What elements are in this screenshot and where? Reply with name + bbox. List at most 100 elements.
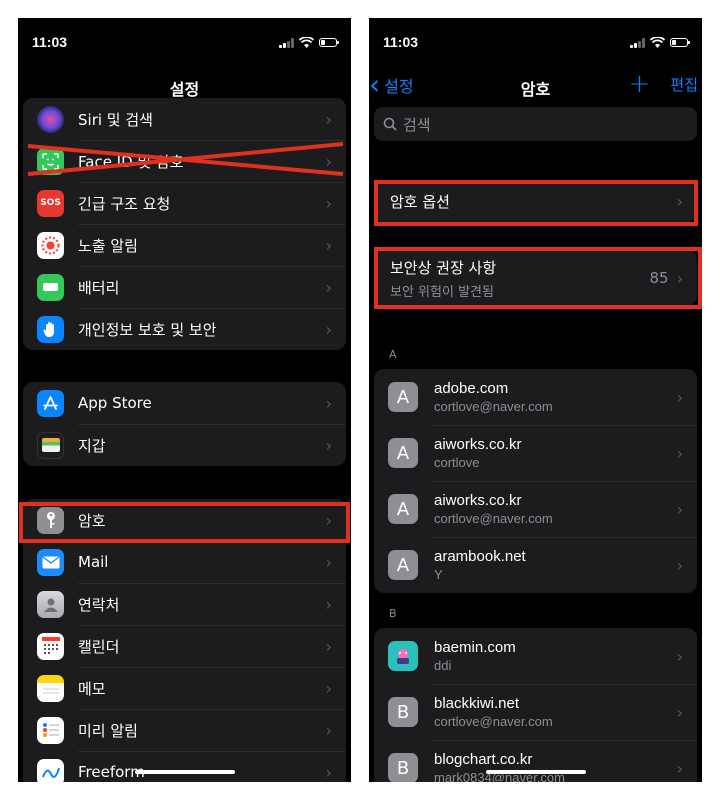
- settings-row-contacts[interactable]: 연락처 ›: [23, 583, 346, 625]
- row-label: 미리 알림: [78, 721, 138, 740]
- site-domain: aiworks.co.kr: [434, 492, 522, 509]
- chevron-right-icon: ›: [676, 499, 683, 519]
- settings-row-privacy[interactable]: 개인정보 보호 및 보안 ›: [23, 308, 346, 350]
- row-label: 지갑: [78, 436, 106, 455]
- password-row[interactable]: B blogchart.co.kr mark0834@naver.com ›: [374, 740, 697, 782]
- row-label: Siri 및 검색: [78, 110, 153, 129]
- wallet-icon: [37, 431, 64, 459]
- status-bar: 11:03: [18, 18, 351, 68]
- password-row[interactable]: A adobe.com cortlove@naver.com ›: [374, 369, 697, 425]
- chevron-right-icon: ›: [676, 702, 683, 722]
- password-row[interactable]: A aiworks.co.kr cortlove ›: [374, 425, 697, 481]
- settings-row-notes[interactable]: 메모 ›: [23, 667, 346, 709]
- site-avatar: A: [388, 550, 418, 580]
- site-domain: arambook.net: [434, 548, 526, 565]
- password-row[interactable]: A arambook.net Y ›: [374, 537, 697, 593]
- edit-button[interactable]: 편집: [670, 74, 698, 95]
- section-header-b: B: [389, 607, 397, 620]
- chevron-right-icon: ›: [325, 762, 332, 782]
- chevron-right-icon: ›: [325, 636, 332, 656]
- chevron-right-icon: ›: [325, 319, 332, 339]
- site-domain: blackkiwi.net: [434, 695, 520, 712]
- add-password-button[interactable]: +: [629, 71, 651, 97]
- home-indicator: [485, 770, 586, 774]
- search-icon: [383, 117, 397, 131]
- row-label: 긴급 구조 요청: [78, 194, 171, 213]
- site-avatar: A: [388, 382, 418, 412]
- reminders-icon: [37, 716, 64, 744]
- site-avatar: A: [388, 438, 418, 468]
- annotation-highlight-security: [374, 247, 702, 309]
- notes-icon: [37, 674, 64, 702]
- search-field[interactable]: 검색: [374, 107, 697, 141]
- settings-row-exposure[interactable]: 노출 알림 ›: [23, 224, 346, 266]
- row-label: 배터리: [78, 278, 120, 297]
- chevron-right-icon: ›: [325, 594, 332, 614]
- settings-row-calendar[interactable]: 캘린더 ›: [23, 625, 346, 667]
- battery-status-icon: [319, 38, 339, 47]
- site-username: Y: [434, 567, 443, 582]
- site-domain: aiworks.co.kr: [434, 436, 522, 453]
- calendar-icon: [37, 632, 64, 660]
- mail-icon: [37, 548, 64, 576]
- site-domain: adobe.com: [434, 380, 509, 397]
- settings-row-reminders[interactable]: 미리 알림 ›: [23, 709, 346, 751]
- settings-group-store: App Store › 지갑 ›: [23, 382, 346, 466]
- wifi-icon: [299, 37, 314, 48]
- site-avatar: B: [388, 753, 418, 782]
- chevron-right-icon: ›: [325, 720, 332, 740]
- row-label: App Store: [78, 394, 152, 412]
- status-bar: 11:03: [369, 18, 702, 68]
- annotation-highlight-passwords: [19, 502, 350, 543]
- settings-screen: 11:03 설정 Siri 및 검색 › Face ID 및 암호 › SOS …: [18, 18, 351, 782]
- battery-status-icon: [670, 38, 690, 47]
- section-header-a: A: [389, 348, 397, 361]
- password-list-b: baemin.com ddi › B blackkiwi.net cortlove@…: [374, 628, 697, 782]
- settings-row-battery[interactable]: 배터리 ›: [23, 266, 346, 308]
- settings-row-freeform[interactable]: Freeform ›: [23, 751, 346, 782]
- chevron-right-icon: ›: [325, 435, 332, 455]
- row-label: 연락처: [78, 595, 120, 614]
- site-username: ddi: [434, 658, 452, 673]
- settings-row-wallet[interactable]: 지갑 ›: [23, 424, 346, 466]
- site-username: cortlove@naver.com: [434, 511, 553, 526]
- chevron-right-icon: ›: [676, 555, 683, 575]
- row-label: 개인정보 보호 및 보안: [78, 320, 217, 339]
- site-domain: blogchart.co.kr: [434, 751, 533, 768]
- chevron-right-icon: ›: [325, 235, 332, 255]
- hand-icon: [37, 315, 64, 343]
- site-username: cortlove@naver.com: [434, 714, 553, 729]
- chevron-right-icon: ›: [325, 109, 332, 129]
- site-username: cortlove@naver.com: [434, 399, 553, 414]
- siri-icon: [37, 105, 64, 133]
- settings-row-app-store[interactable]: App Store ›: [23, 382, 346, 424]
- chevron-right-icon: ›: [325, 277, 332, 297]
- chevron-right-icon: ›: [325, 193, 332, 213]
- site-username: cortlove: [434, 455, 480, 470]
- password-row[interactable]: A aiworks.co.kr cortlove@naver.com ›: [374, 481, 697, 537]
- password-row[interactable]: baemin.com ddi ›: [374, 628, 697, 684]
- row-label: Mail: [78, 553, 109, 571]
- chevron-right-icon: ›: [325, 552, 332, 572]
- site-avatar: A: [388, 494, 418, 524]
- wifi-icon: [650, 37, 665, 48]
- passwords-screen: 11:03 ‹ 설정 암호 + 편집 검색 암호 옵션 › 보안상 권장 사항 …: [369, 18, 702, 782]
- chevron-right-icon: ›: [676, 646, 683, 666]
- settings-row-mail[interactable]: Mail ›: [23, 541, 346, 583]
- exposure-icon: [37, 231, 64, 259]
- settings-row-siri[interactable]: Siri 및 검색 ›: [23, 98, 346, 140]
- cellular-signal-icon: [279, 37, 294, 48]
- app-store-icon: [37, 389, 64, 417]
- chevron-right-icon: ›: [676, 758, 683, 778]
- status-time: 11:03: [383, 34, 419, 50]
- row-label: 캘린더: [78, 637, 120, 656]
- site-avatar: B: [388, 697, 418, 727]
- cellular-signal-icon: [630, 37, 645, 48]
- home-indicator: [134, 770, 235, 774]
- chevron-right-icon: ›: [325, 678, 332, 698]
- password-row[interactable]: B blackkiwi.net cortlove@naver.com ›: [374, 684, 697, 740]
- settings-row-sos[interactable]: SOS 긴급 구조 요청 ›: [23, 182, 346, 224]
- row-label: 메모: [78, 679, 106, 698]
- nav-bar: ‹ 설정 암호 + 편집: [369, 68, 702, 106]
- status-time: 11:03: [32, 34, 68, 50]
